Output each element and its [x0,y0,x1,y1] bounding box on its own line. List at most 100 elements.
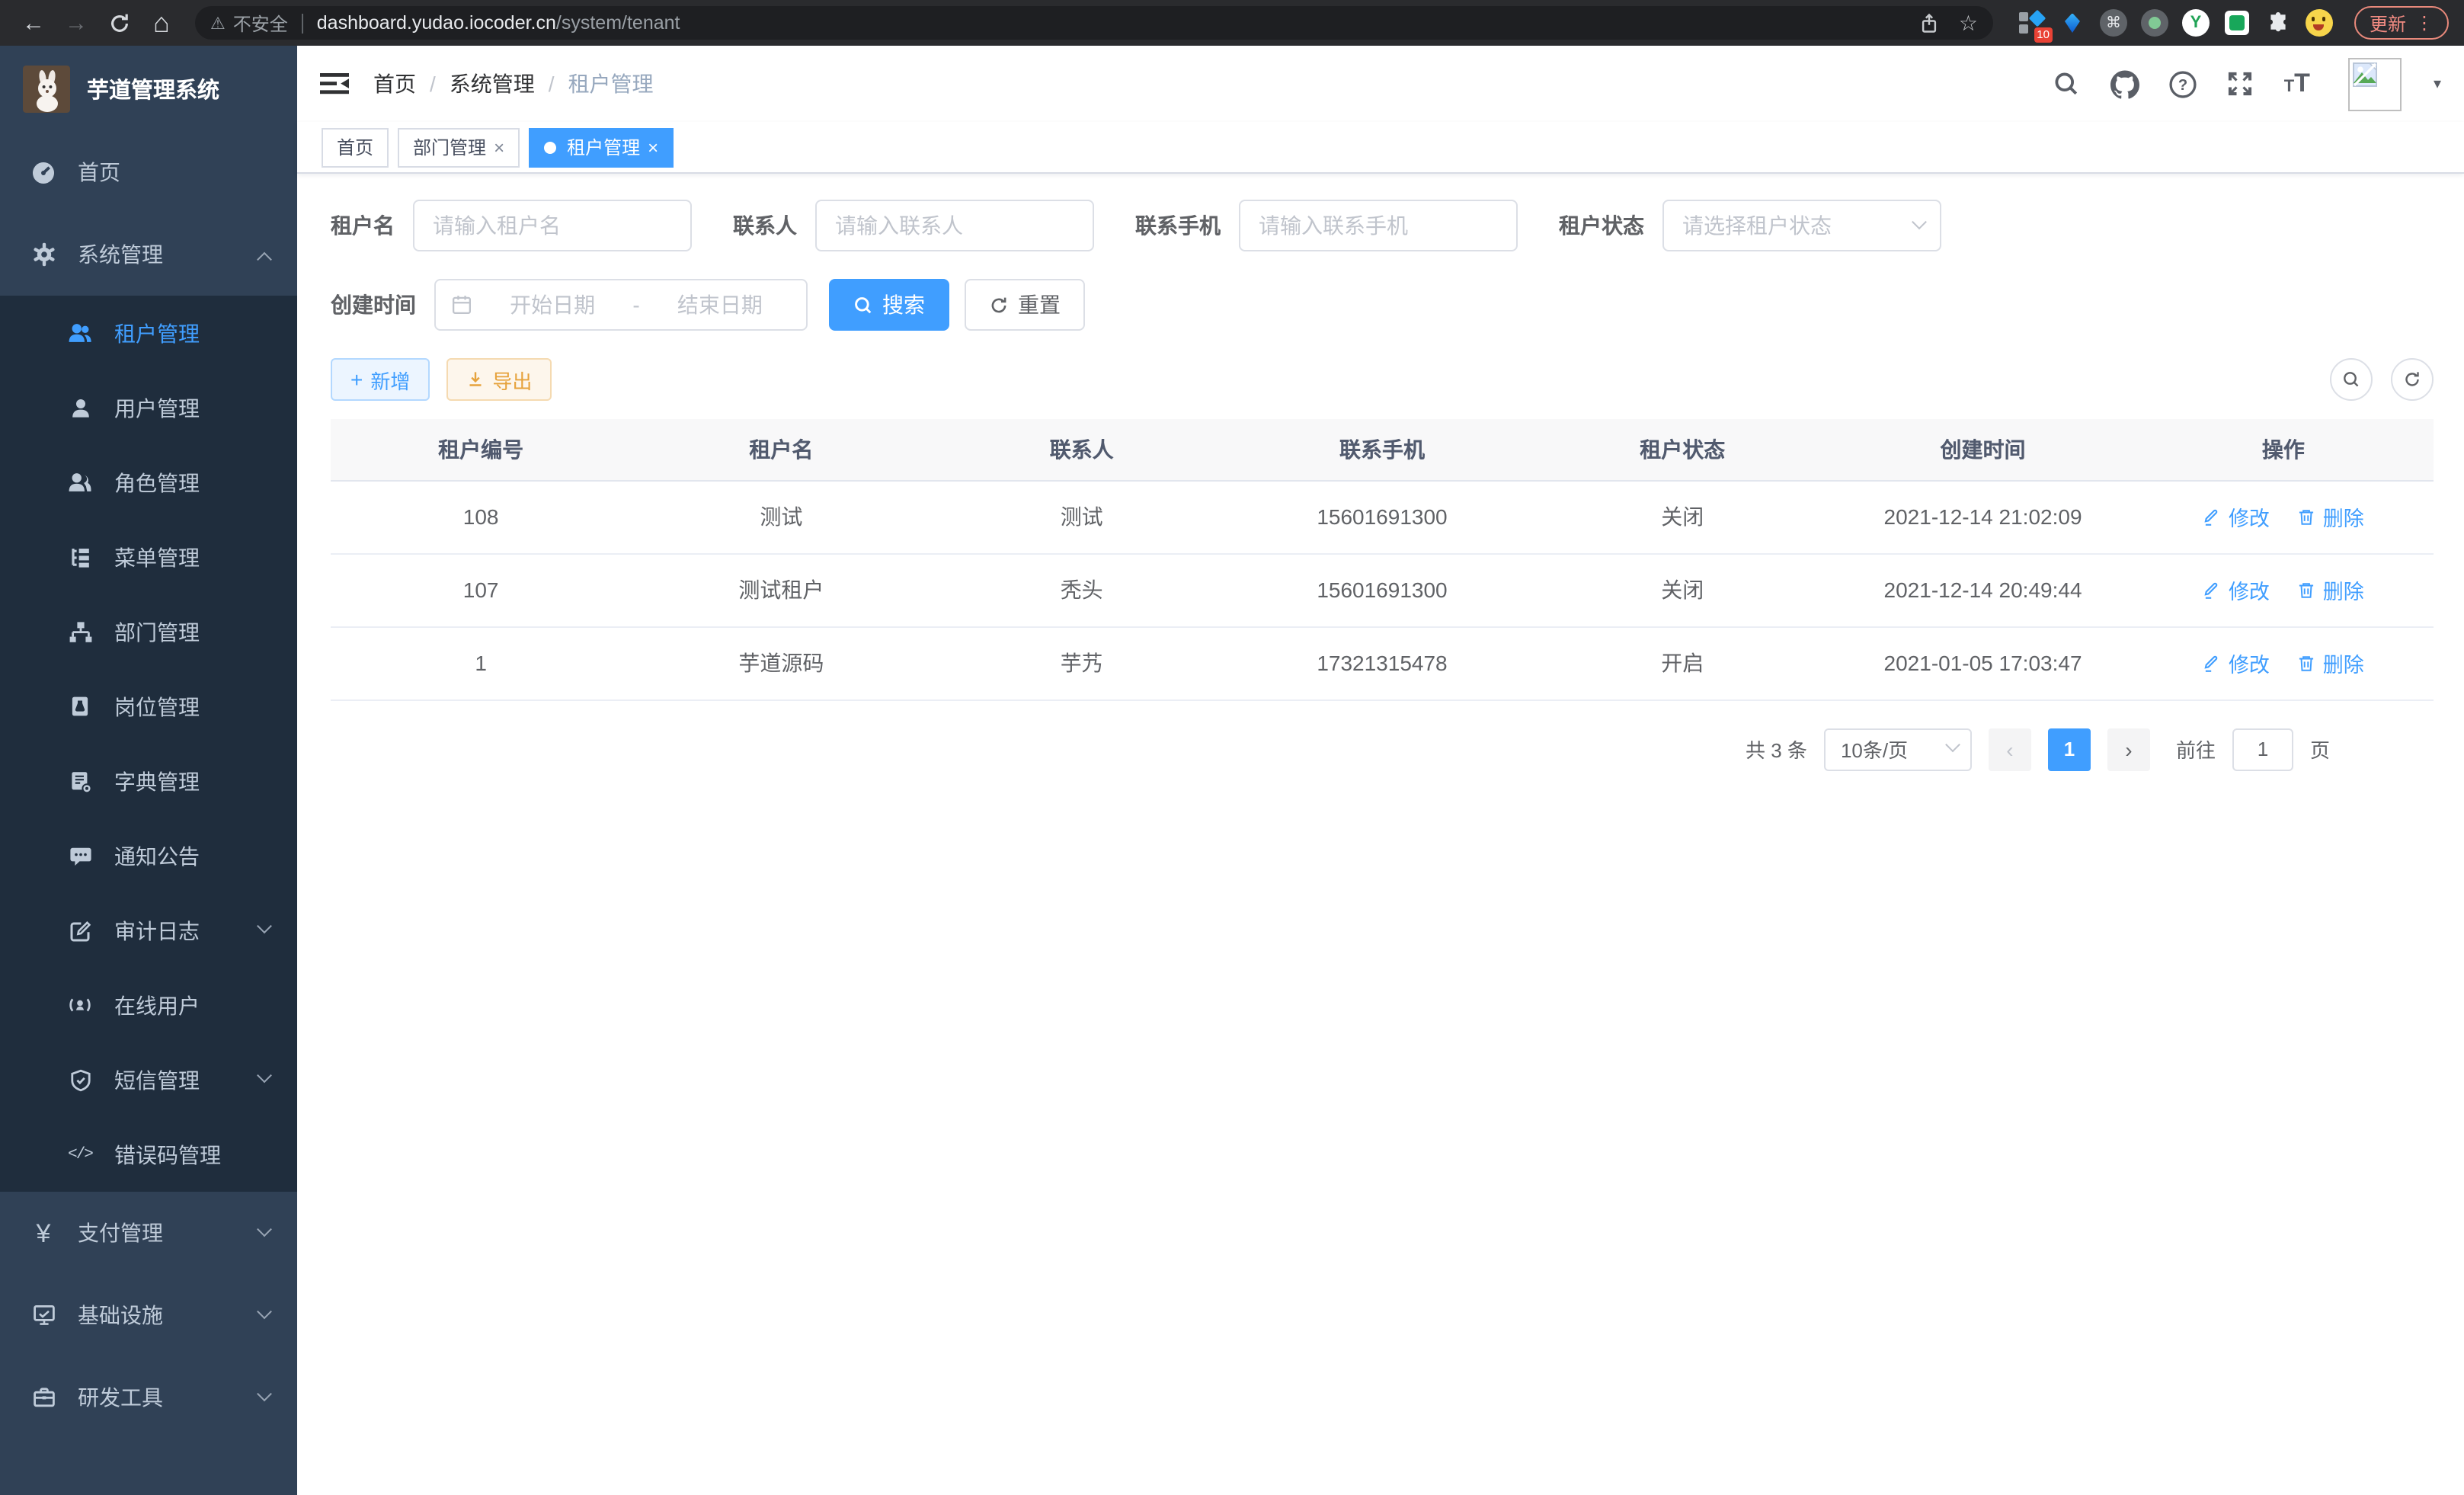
delete-link[interactable]: 删除 [2297,575,2364,605]
chat-extension-icon[interactable] [2223,9,2251,37]
refresh-table-button[interactable] [2391,358,2434,401]
edit-link[interactable]: 修改 [2203,575,2270,605]
y-extension-icon[interactable]: Y [2182,9,2210,37]
sidebar-item-label: 通知公告 [114,840,200,871]
trash-icon [2297,580,2317,600]
browser-forward-icon[interactable]: → [58,5,94,41]
bookmark-star-icon[interactable]: ☆ [1959,10,1978,36]
font-size-icon[interactable]: TT [2284,69,2310,99]
sidebar-item-error-code[interactable]: </> 错误码管理 [0,1117,297,1192]
command-extension-icon[interactable]: ⌘ [2100,9,2127,37]
user-icon [67,395,93,421]
filter-row-1: 租户名 联系人 联系手机 租户状态 请选择租户状态 [331,200,2434,251]
table-row: 108 测试 测试 15601691300 关闭 2021-12-14 21:0… [331,480,2434,553]
browser-reload-icon[interactable] [101,5,137,41]
reset-button[interactable]: 重置 [965,279,1085,331]
sidebar-item-dept[interactable]: 部门管理 [0,594,297,669]
contact-input[interactable] [815,200,1094,251]
sidebar-item-post[interactable]: 岗位管理 [0,669,297,744]
cell-contact: 芋艿 [932,626,1232,699]
sidebar-item-system[interactable]: 系统管理 [0,213,297,296]
sidebar-item-dev-tools[interactable]: 研发工具 [0,1356,297,1439]
sidebar-item-notice[interactable]: 通知公告 [0,818,297,893]
tag-tenant[interactable]: 租户管理 × [529,127,674,167]
browser-back-icon[interactable]: ← [15,5,52,41]
search-button[interactable]: 搜索 [829,279,949,331]
fullscreen-icon[interactable] [2226,69,2255,98]
extension-badge: 10 [2034,27,2053,43]
sidebar-item-label: 支付管理 [78,1218,163,1248]
sidebar-item-menu[interactable]: 菜单管理 [0,520,297,594]
sidebar-item-label: 角色管理 [114,467,200,498]
help-icon[interactable]: ? [2168,69,2197,98]
github-icon[interactable] [2110,69,2139,98]
page-size-select[interactable]: 10条/页 [1824,728,1972,770]
cell-contact: 秃头 [932,553,1232,626]
status-select[interactable]: 请选择租户状态 [1662,200,1941,251]
sidebar-item-home[interactable]: 首页 [0,131,297,213]
extensions-puzzle-icon[interactable] [2264,9,2292,37]
profile-avatar-icon[interactable] [2306,9,2333,37]
tag-home[interactable]: 首页 [322,127,389,167]
cell-tenant-name: 测试租户 [631,553,931,626]
edit-link[interactable]: 修改 [2203,648,2270,678]
tenant-name-label: 租户名 [331,210,395,241]
cell-tenant-id: 107 [331,553,631,626]
recorder-extension-icon[interactable] [2141,9,2168,37]
sidebar-item-payment[interactable]: ¥ 支付管理 [0,1192,297,1274]
search-icon [2342,370,2360,389]
sidebar-item-online-user[interactable]: 在线用户 [0,968,297,1042]
sidebar-item-dict[interactable]: 字典管理 [0,744,297,818]
breadcrumb-home[interactable]: 首页 [373,69,416,99]
add-button[interactable]: + 新增 [331,358,430,401]
svg-text:?: ? [2178,76,2187,93]
sidebar-item-label: 研发工具 [78,1382,163,1413]
browser-menu-dots-icon[interactable]: ⋮ [2415,12,2434,34]
page-number-button[interactable]: 1 [2048,728,2091,770]
page-size-value: 10条/页 [1841,735,1947,764]
sidebar-item-audit-log[interactable]: 审计日志 [0,893,297,968]
sidebar-logo-row[interactable]: 芋道管理系统 [0,46,297,131]
tag-close-icon[interactable]: × [494,136,504,158]
create-time-range-picker[interactable]: 开始日期 - 结束日期 [434,279,808,331]
cell-mobile: 17321315478 [1232,626,1532,699]
export-button[interactable]: 导出 [446,358,552,401]
breadcrumb-system[interactable]: 系统管理 [450,69,535,99]
header-search-icon[interactable] [2053,69,2082,98]
mobile-input[interactable] [1239,200,1518,251]
sidebar-item-label: 审计日志 [114,915,200,946]
kite-extension-icon[interactable] [2059,9,2086,37]
sidebar-item-sms[interactable]: 短信管理 [0,1042,297,1117]
sidebar-item-infra[interactable]: 基础设施 [0,1274,297,1356]
prev-page-button[interactable]: ‹ [1989,728,2031,770]
security-label[interactable]: 不安全 [233,10,288,36]
tenant-name-input[interactable] [413,200,692,251]
org-tree-icon [67,619,93,645]
sidebar-item-tenant[interactable]: 租户管理 [0,296,297,370]
edit-link[interactable]: 修改 [2203,501,2270,532]
end-date-placeholder[interactable]: 结束日期 [649,290,791,320]
delete-link[interactable]: 删除 [2297,501,2364,532]
delete-link[interactable]: 删除 [2297,648,2364,678]
browser-home-icon[interactable]: ⌂ [143,5,180,41]
tag-dept[interactable]: 部门管理 × [398,127,520,167]
user-avatar[interactable] [2348,57,2402,110]
share-icon[interactable] [1919,11,1941,34]
chevron-down-icon [257,1303,272,1318]
avatar-caret-icon[interactable]: ▾ [2434,75,2441,92]
start-date-placeholder[interactable]: 开始日期 [482,290,623,320]
toggle-search-button[interactable] [2330,358,2373,401]
chrome-update-button[interactable]: 更新 ⋮ [2354,6,2449,40]
tab-manager-extension-icon[interactable]: 10 [2018,9,2045,37]
goto-page-input[interactable] [2232,728,2293,770]
sidebar-collapse-icon[interactable] [320,70,350,98]
sidebar-item-role[interactable]: 角色管理 [0,445,297,520]
col-mobile: 联系手机 [1232,419,1532,480]
sidebar-item-user[interactable]: 用户管理 [0,370,297,445]
app-title: 芋道管理系统 [87,72,219,104]
cell-created: 2021-12-14 21:02:09 [1832,480,2133,553]
address-bar[interactable]: ⚠ 不安全 dashboard.yudao.iocoder.cn/system/… [195,6,1993,40]
tag-close-icon[interactable]: × [648,136,658,158]
url-path: /system/tenant [556,12,680,34]
next-page-button[interactable]: › [2107,728,2150,770]
